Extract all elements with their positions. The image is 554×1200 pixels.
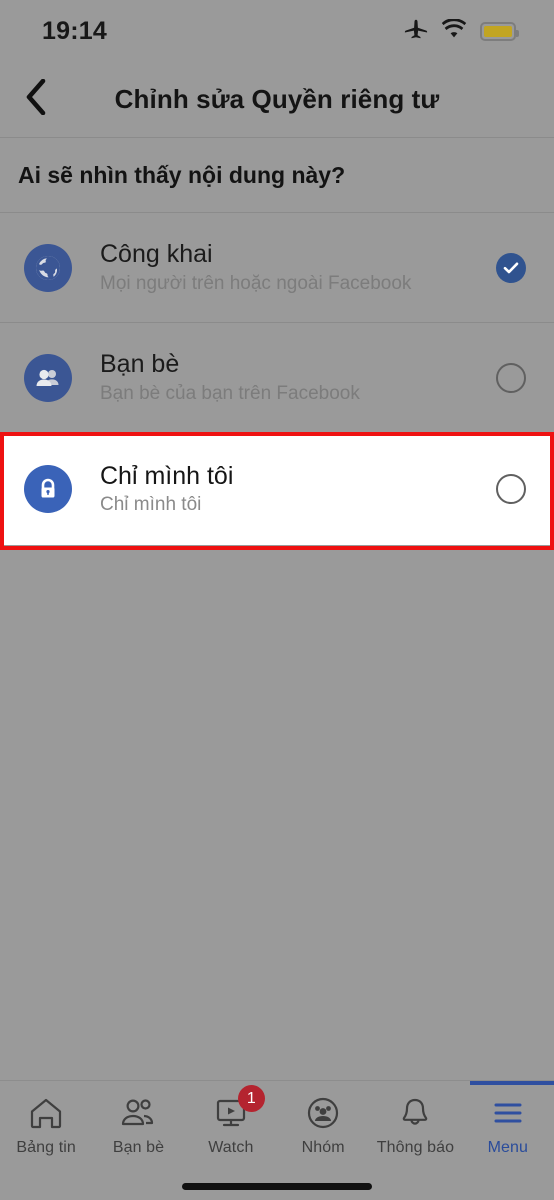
hamburger-menu-icon [490,1095,526,1131]
facebook-privacy-edit-screen: 19:14 Chỉnh sửa Quyền riêng tư Ai sẽ nhì… [0,0,554,1200]
privacy-option-only-me[interactable]: Chỉ mình tôi Chỉ mình tôi [0,433,554,545]
option-subtitle: Mọi người trên hoặc ngoài Facebook [100,272,412,294]
home-icon [28,1095,64,1131]
friends-icon [24,353,72,402]
radio-friends[interactable] [496,362,526,393]
home-indicator-bar [182,1183,372,1190]
status-bar: 19:14 [0,0,554,62]
check-icon [503,262,519,273]
nav-label: Bảng tin [16,1139,76,1156]
option-subtitle: Bạn bè của bạn trên Facebook [100,382,360,404]
nav-tab-groups[interactable]: Nhóm [277,1081,369,1173]
groups-icon [305,1095,341,1131]
battery-fill [484,25,512,37]
option-text: Công khai Mọi người trên hoặc ngoài Face… [72,240,496,295]
option-title: Công khai [100,240,213,269]
active-tab-indicator [469,1081,554,1085]
battery-icon [480,21,519,41]
chevron-left-icon [25,78,47,120]
nav-tab-notifications[interactable]: Thông báo [369,1081,461,1173]
globe-icon [24,243,72,292]
privacy-option-friends[interactable]: Bạn bè Bạn bè của bạn trên Facebook [0,323,554,433]
bottom-navigation-bar: Bảng tin Bạn bè 1 Watch Nhóm Thông báo M… [0,1080,554,1200]
wifi-icon [441,17,467,44]
watch-icon: 1 [213,1085,265,1131]
status-bar-time: 19:14 [42,16,107,45]
option-title: Bạn bè [100,350,180,379]
option-title: Chỉ mình tôi [100,461,234,490]
radio-only-me[interactable] [496,474,526,504]
section-heading: Ai sẽ nhìn thấy nội dung này? [0,139,554,213]
privacy-option-public[interactable]: Công khai Mọi người trên hoặc ngoài Face… [0,213,554,323]
nav-label: Nhóm [301,1139,345,1156]
nav-tab-friends[interactable]: Bạn bè [92,1081,184,1173]
privacy-options-list: Công khai Mọi người trên hoặc ngoài Face… [0,213,554,545]
nav-tab-menu[interactable]: Menu [462,1081,554,1173]
option-text: Chỉ mình tôi Chỉ mình tôi [72,462,496,517]
friends-outline-icon [119,1095,157,1131]
nav-label: Bạn bè [112,1139,165,1156]
status-bar-icons [404,17,519,45]
bell-icon [398,1095,432,1131]
radio-public-selected[interactable] [496,252,526,283]
lock-icon [24,465,72,513]
page-title: Chỉnh sửa Quyền riêng tư [114,84,440,114]
nav-tab-watch[interactable]: 1 Watch [185,1081,277,1173]
watch-badge-count: 1 [237,1085,265,1112]
airplane-mode-icon [404,18,428,45]
nav-tab-news-feed[interactable]: Bảng tin [0,1081,92,1173]
option-subtitle: Chỉ mình tôi [100,494,202,516]
nav-label: Menu [487,1139,529,1156]
back-button[interactable] [0,62,72,138]
nav-label: Watch [208,1139,254,1156]
option-text: Bạn bè Bạn bè của bạn trên Facebook [72,350,496,405]
app-header: Chỉnh sửa Quyền riêng tư [0,62,554,138]
nav-label: Thông báo [376,1139,455,1156]
